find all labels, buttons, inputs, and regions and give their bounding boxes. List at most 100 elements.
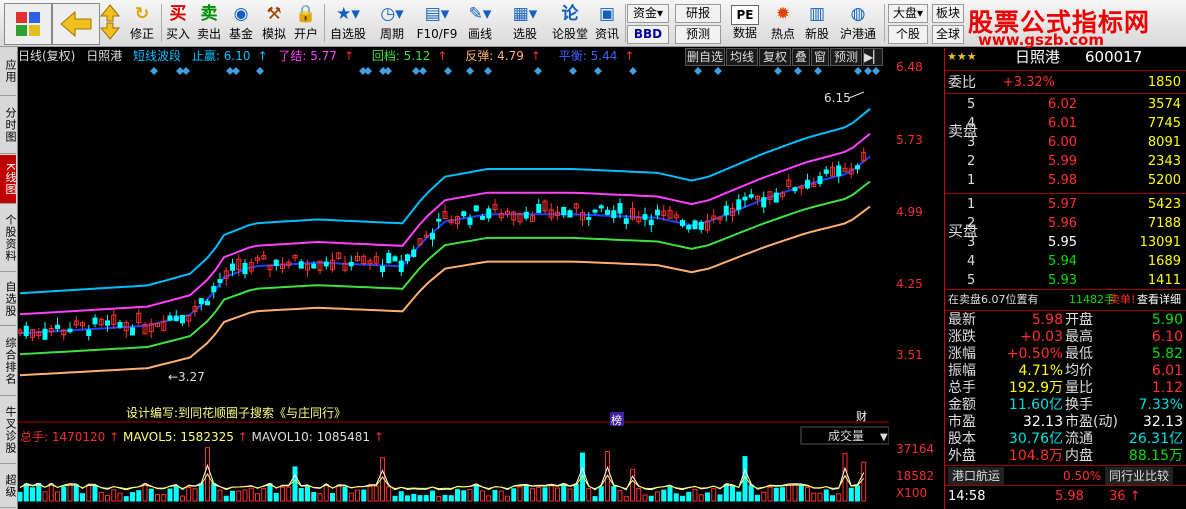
volume-bar	[617, 489, 623, 502]
remove-watchlist-button[interactable]: 删自选	[685, 48, 725, 66]
back-arrow-icon[interactable]	[52, 3, 100, 45]
forecast-button[interactable]: 预测	[675, 25, 721, 44]
news-button[interactable]: ▣ 资讯	[592, 2, 622, 44]
candle-body	[167, 315, 173, 321]
buy-icon: 买	[169, 4, 187, 24]
bid-level-1[interactable]: 1 5.97 5423	[945, 196, 1183, 214]
signal-diamond	[364, 67, 372, 75]
ask-level-5[interactable]: 5 6.02 3574	[945, 96, 1183, 114]
candle-body	[405, 254, 410, 262]
tab-watchlist[interactable]: 自选股	[0, 273, 17, 326]
volume-bar	[555, 487, 560, 502]
peer-compare-tab[interactable]: 同行业比较	[1105, 467, 1174, 485]
volume-bar	[230, 490, 235, 502]
fund-flow-dropdown[interactable]: 资金▾	[627, 4, 669, 23]
sell-button[interactable]: 卖 卖出	[195, 2, 223, 44]
candle-body	[211, 286, 217, 293]
period-label[interactable]: 日线(复权)	[18, 49, 75, 63]
volume-selector[interactable]: 成交量	[828, 428, 864, 443]
signal-diamond	[569, 67, 577, 75]
tab-super[interactable]: 超级	[0, 465, 17, 508]
tab-apps[interactable]: 应用	[0, 47, 17, 96]
stat-row: 金额 11.60亿 换手 7.33%	[948, 397, 1183, 413]
adjust-button[interactable]: 复权	[759, 48, 791, 66]
multi-window-icon[interactable]	[4, 3, 52, 45]
candle-body	[23, 325, 29, 337]
hot-button[interactable]: ✹ 热点	[768, 2, 798, 44]
refresh-button[interactable]: ↻ 修正	[126, 2, 158, 44]
bbd-button[interactable]: BBD	[627, 25, 669, 44]
volume-bar	[536, 486, 542, 502]
draw-line-button[interactable]: ✎▾ 画线	[462, 2, 498, 44]
sector-tab[interactable]: 港口航运	[948, 467, 1005, 485]
signal-diamond	[150, 67, 158, 75]
bid-level-3[interactable]: 3 5.95 13091	[945, 234, 1183, 252]
candlesticks	[18, 147, 867, 342]
forum-button[interactable]: 论 论股堂	[550, 2, 590, 44]
new-stock-button[interactable]: ▥ 新股	[802, 2, 832, 44]
expand-icon[interactable]: ▶▏	[863, 48, 883, 66]
signal-diamond	[694, 67, 702, 75]
volume-bar	[36, 483, 42, 502]
indicator-name[interactable]: 短线波段	[133, 49, 181, 63]
volume-bar	[311, 491, 317, 502]
high-price-label: 6.15	[824, 91, 851, 105]
signal-diamond	[412, 67, 420, 75]
stat-row: 股本 30.76亿 流通 26.31亿	[948, 431, 1183, 447]
bid-level-4[interactable]: 4 5.94 1689	[945, 253, 1183, 271]
volume-bar	[505, 495, 510, 502]
candle-body	[130, 327, 135, 336]
tab-stock-profile[interactable]: 个股资料	[0, 205, 17, 272]
buy-button[interactable]: 买 买入	[164, 2, 192, 44]
open-account-button[interactable]: 🔒 开户	[291, 2, 321, 44]
volume-bar	[323, 484, 329, 502]
candle-body	[230, 263, 235, 271]
volume-bar	[105, 495, 110, 502]
tab-intraday[interactable]: 分时图	[0, 97, 17, 154]
stock-screen-button[interactable]: ▦▾ 选股	[505, 2, 545, 44]
candle-body	[605, 209, 610, 215]
data-button[interactable]: PE 数据	[727, 2, 763, 44]
liaojie-value: 了结: 5.77 ↑	[278, 49, 354, 63]
signal-diamond	[256, 67, 264, 75]
candle-body	[173, 315, 179, 322]
bid-level-2[interactable]: 2 5.96 7188	[945, 215, 1183, 233]
candle-body	[411, 249, 417, 257]
kline-chart[interactable]: 6.15 ←3.27 设计编写:到同花顺圈子搜索《与庄同行》 榜 财 总手: 1…	[18, 66, 889, 509]
volume-bar	[830, 495, 835, 502]
simulate-button[interactable]: ⚒ 模拟	[259, 2, 289, 44]
candle-body	[817, 176, 823, 184]
volume-bar	[680, 495, 685, 502]
signal-markers	[150, 67, 880, 75]
research-button[interactable]: 研报	[675, 4, 721, 23]
volume-bar	[811, 492, 817, 502]
tab-ranking[interactable]: 综合排名	[0, 327, 17, 396]
candle-body	[461, 211, 467, 217]
watchlist-button[interactable]: ★▾ 自选股	[328, 2, 368, 44]
window-button[interactable]: 窗	[811, 48, 829, 66]
tab-diagnosis[interactable]: 牛叉诊股	[0, 397, 17, 464]
ma-button[interactable]: 均线	[726, 48, 758, 66]
sse-hke-button[interactable]: ◍ 沪港通	[836, 2, 880, 44]
f10-button[interactable]: ▤▾ F10/F9	[415, 2, 459, 44]
ask-level-3[interactable]: 3 6.00 8091	[945, 134, 1183, 152]
up-arrow-icon[interactable]	[97, 2, 123, 44]
low-price-label: ←3.27	[168, 370, 205, 384]
single-stock-button[interactable]: 个股	[888, 25, 928, 44]
ask-level-1[interactable]: 1 5.98 5200	[945, 172, 1183, 190]
bid-level-5[interactable]: 5 5.93 1411	[945, 272, 1183, 290]
market-dropdown[interactable]: 大盘▾	[888, 4, 928, 23]
big-order-notice[interactable]: 在卖盘6.07位置有 11482手 卖单! 查看详细	[945, 291, 1183, 309]
period-button[interactable]: ◷▾ 周期	[372, 2, 412, 44]
tab-kline[interactable]: K线图	[0, 155, 17, 204]
candle-body	[311, 263, 317, 269]
clock-icon: ◷▾	[380, 4, 404, 24]
volume-bar	[348, 492, 354, 502]
overlay-button[interactable]: 叠	[792, 48, 810, 66]
ask-level-4[interactable]: 4 6.01 7745	[945, 115, 1183, 133]
fund-button[interactable]: ◉ 基金	[226, 2, 256, 44]
volume-bar	[736, 491, 742, 502]
volume-bar	[480, 490, 485, 502]
forecast-chart-button[interactable]: 预测	[830, 48, 862, 66]
ask-level-2[interactable]: 2 5.99 2343	[945, 153, 1183, 171]
